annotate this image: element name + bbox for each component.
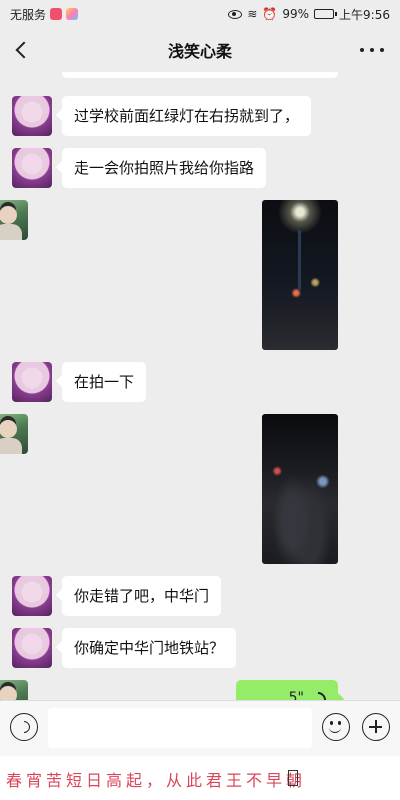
plus-icon[interactable] (362, 713, 390, 741)
voice-duration: 5" (288, 690, 304, 700)
back-icon[interactable] (10, 36, 38, 64)
message-bubble[interactable]: 你走错了吧，中华门 (55, 576, 222, 616)
bracket-icon (288, 770, 298, 786)
contact-avatar[interactable] (12, 628, 52, 668)
input-bar (0, 700, 400, 756)
my-avatar[interactable] (0, 414, 28, 454)
bottom-banner: 春宵苦短日高起，从此君王不早朝 (0, 756, 400, 800)
banner-text: 春宵苦短日高起，从此君王不早朝 (6, 771, 307, 790)
wifi-icon: ≋ (247, 7, 258, 21)
battery-percent: 99% (282, 7, 310, 21)
chat-message-list[interactable]: 过学校前面红绿灯在右拐就到了， 走一会你拍照片我给你指路 在拍一下 你走错了吧，… (0, 72, 400, 700)
message-item (0, 414, 400, 564)
contact-avatar[interactable] (12, 362, 52, 402)
emoji-icon[interactable] (322, 713, 350, 741)
previous-message-bubble[interactable] (62, 72, 338, 78)
contact-avatar[interactable] (12, 96, 52, 136)
message-item: 5" (0, 680, 400, 700)
status-bar: 无服务 ≋ ⏰ 99% 上午9:56 (0, 0, 400, 28)
eye-icon (228, 9, 243, 19)
title-bar: 浅笑心柔 (0, 28, 400, 72)
my-avatar[interactable] (0, 200, 28, 240)
page-title: 浅笑心柔 (167, 42, 232, 61)
message-input[interactable] (48, 708, 312, 748)
battery-icon (314, 9, 338, 19)
app-notification-icon (66, 8, 79, 20)
my-avatar[interactable] (0, 680, 28, 700)
message-bubble[interactable]: 在拍一下 (55, 362, 147, 402)
voice-wave-icon (306, 688, 330, 700)
message-bubble[interactable]: 走一会你拍照片我给你指路 (55, 148, 267, 188)
contact-avatar[interactable] (12, 148, 52, 188)
image-message[interactable] (262, 200, 338, 350)
message-item (0, 200, 400, 350)
contact-avatar[interactable] (12, 576, 52, 616)
image-message[interactable] (262, 414, 338, 564)
message-bubble[interactable]: 过学校前面红绿灯在右拐就到了， (55, 96, 312, 136)
voice-input-icon[interactable] (10, 713, 38, 741)
carrier-label: 无服务 (10, 7, 47, 22)
message-bubble[interactable]: 你确定中华门地铁站？ (55, 628, 237, 668)
clock: 上午9:56 (339, 7, 390, 22)
more-options-icon[interactable] (360, 40, 384, 60)
voice-message[interactable]: 5" (236, 680, 344, 700)
alarm-icon: ⏰ (262, 7, 278, 21)
notification-icon (50, 8, 63, 20)
